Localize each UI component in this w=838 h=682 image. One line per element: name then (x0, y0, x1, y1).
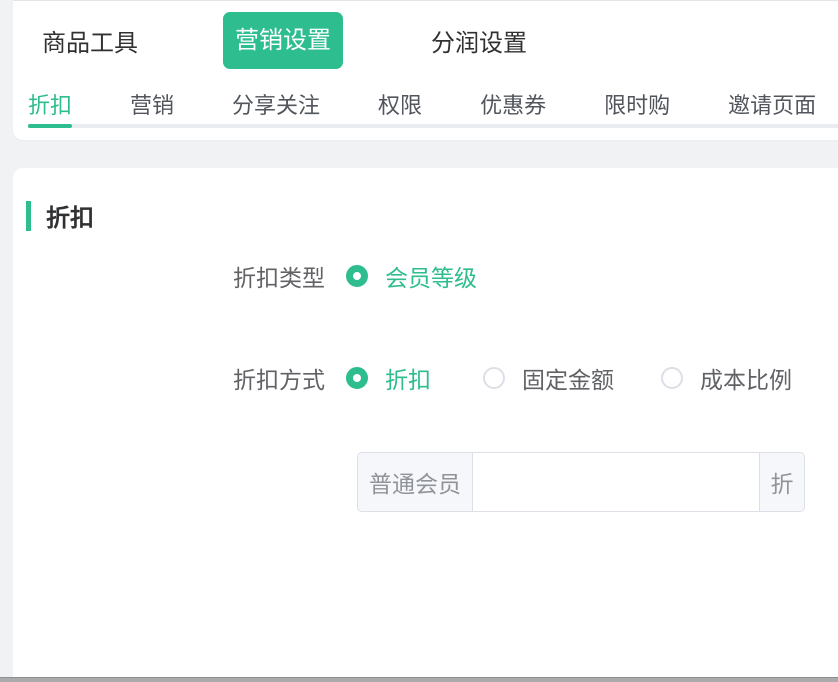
radio-cost-ratio[interactable]: 成本比例 (661, 361, 792, 395)
radio-member-level[interactable]: 会员等级 (346, 259, 477, 293)
top-tab-profit-settings[interactable]: 分润设置 (431, 23, 527, 58)
radio-cost-ratio-label: 成本比例 (700, 361, 792, 395)
sub-tab-share-follow[interactable]: 分享关注 (232, 83, 320, 124)
radio-discount[interactable]: 折扣 (346, 361, 431, 395)
top-tab-product-tools[interactable]: 商品工具 (42, 23, 138, 58)
sub-tab-coupons[interactable]: 优惠券 (480, 83, 546, 124)
discount-type-row: 折扣类型 会员等级 (13, 262, 838, 290)
radio-icon[interactable] (346, 367, 368, 389)
discount-type-label: 折扣类型 (13, 259, 325, 293)
sub-tab-invite-page[interactable]: 邀请页面 (728, 83, 816, 124)
radio-fixed-amount-label: 固定金额 (522, 361, 614, 395)
radio-icon[interactable] (661, 367, 683, 389)
discount-method-row: 折扣方式 折扣 固定金额 成本比例 (13, 364, 838, 392)
tabs-card: 商品工具 营销设置 分润设置 折扣 营销 分享关注 权限 优惠券 限时购 邀请页… (13, 0, 838, 140)
sub-tab-discount[interactable]: 折扣 (28, 83, 72, 124)
discount-panel: 折扣 折扣类型 会员等级 折扣方式 折扣 固定金额 成本比例 普通会员 折 (13, 168, 838, 677)
radio-fixed-amount[interactable]: 固定金额 (483, 361, 614, 395)
horizontal-scrollbar[interactable] (0, 677, 838, 682)
sub-tab-marketing[interactable]: 营销 (130, 83, 174, 124)
discount-method-label: 折扣方式 (13, 361, 325, 395)
section-header: 折扣 (26, 198, 94, 233)
radio-icon[interactable] (346, 265, 368, 287)
radio-member-level-label: 会员等级 (385, 259, 477, 293)
input-prepend-label: 普通会员 (358, 453, 473, 511)
section-title: 折扣 (46, 198, 94, 233)
input-append-label: 折 (759, 453, 804, 511)
member-level-input-group: 普通会员 折 (357, 452, 805, 512)
top-tab-bar: 商品工具 营销设置 分润设置 (13, 11, 838, 69)
discount-value-input[interactable] (473, 453, 759, 511)
top-tab-marketing-settings[interactable]: 营销设置 (223, 12, 343, 69)
sub-tab-flash-sale[interactable]: 限时购 (604, 83, 670, 124)
sub-tab-permissions[interactable]: 权限 (378, 83, 422, 124)
radio-icon[interactable] (483, 367, 505, 389)
sub-tab-bar: 折扣 营销 分享关注 权限 优惠券 限时购 邀请页面 (28, 83, 838, 128)
radio-discount-label: 折扣 (385, 361, 431, 395)
section-accent-bar (26, 201, 31, 231)
